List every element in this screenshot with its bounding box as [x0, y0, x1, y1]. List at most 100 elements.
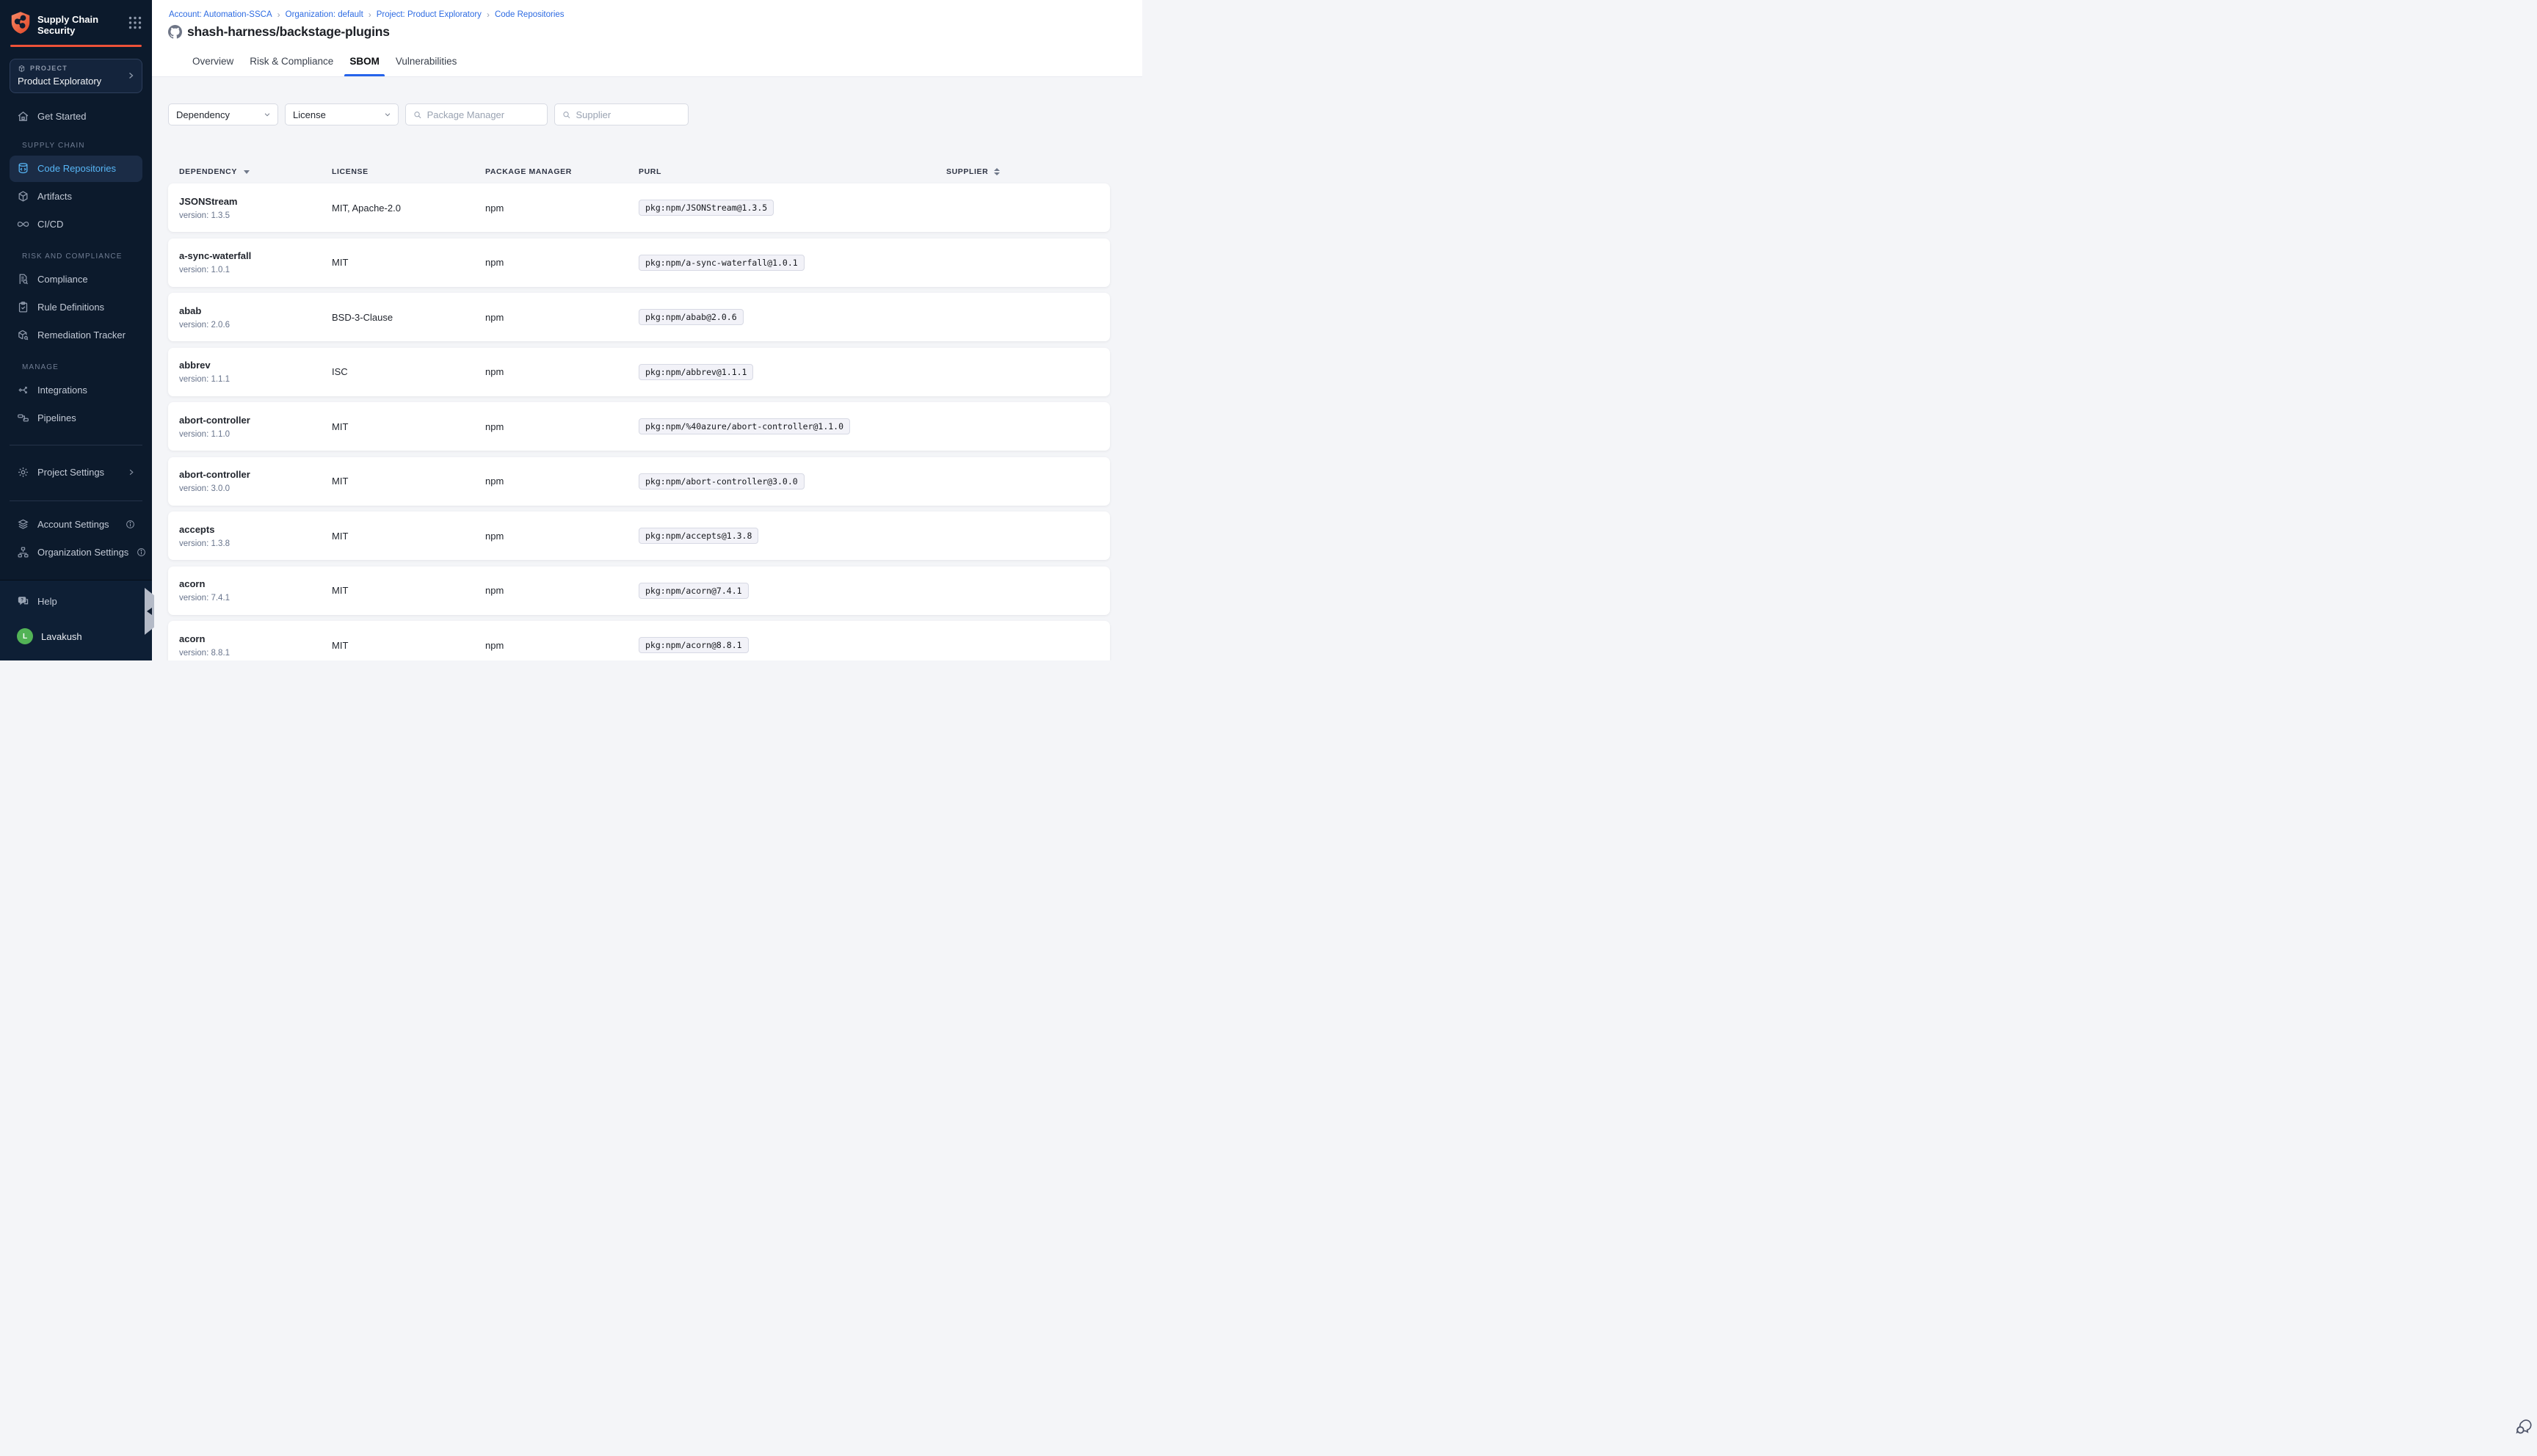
table-row: abort-controller version: 3.0.0 MIT npm … — [168, 457, 1110, 506]
dependency-name: abab — [179, 305, 332, 316]
license-cell: MIT — [332, 531, 485, 542]
breadcrumb-organization-link[interactable]: Organization: default — [286, 10, 363, 19]
purl-cell: pkg:npm/JSONStream@1.3.5 — [639, 200, 946, 216]
package-manager-input[interactable] — [427, 109, 540, 120]
license-cell: MIT — [332, 257, 485, 268]
dependency-name: abbrev — [179, 360, 332, 371]
license-cell: MIT — [332, 476, 485, 487]
breadcrumb-code-repositories-link[interactable]: Code Repositories — [495, 10, 565, 19]
sidebar-item-help[interactable]: ? Help — [10, 588, 142, 614]
dependency-name: accepts — [179, 524, 332, 535]
help-chat-icon: ? — [17, 595, 29, 608]
purl-badge: pkg:npm/abort-controller@3.0.0 — [639, 473, 805, 489]
box-icon — [17, 190, 29, 203]
svg-text:?: ? — [21, 598, 23, 603]
github-icon — [168, 25, 182, 39]
home-icon — [17, 110, 29, 123]
purl-badge: pkg:npm/accepts@1.3.8 — [639, 528, 758, 544]
package-manager-cell: npm — [485, 366, 639, 377]
pipelines-icon — [17, 412, 29, 424]
sidebar-item-cicd[interactable]: CI/CD — [10, 211, 142, 238]
sidebar-item-get-started[interactable]: Get Started — [10, 103, 142, 130]
dependency-version: version: 3.0.0 — [179, 484, 332, 493]
sidebar-item-code-repositories[interactable]: Code Repositories — [10, 156, 142, 182]
dependency-name: acorn — [179, 578, 332, 589]
package-manager-search — [405, 103, 548, 125]
license-filter-dropdown[interactable]: License — [285, 103, 399, 125]
section-risk-and-compliance: RISK AND COMPLIANCE — [22, 252, 142, 261]
table-row: JSONStream version: 1.3.5 MIT, Apache-2.… — [168, 183, 1110, 232]
sidebar-item-label: Integrations — [37, 385, 87, 396]
tab-risk-compliance[interactable]: Risk & Compliance — [250, 56, 333, 76]
project-label: PROJECT — [30, 65, 68, 72]
dependency-filter-dropdown[interactable]: Dependency — [168, 103, 278, 125]
sort-descending-icon — [244, 170, 250, 174]
dependency-cell: abbrev version: 1.1.1 — [179, 360, 332, 384]
info-icon[interactable] — [126, 520, 135, 529]
sidebar-item-label: Help — [37, 596, 57, 607]
package-manager-cell: npm — [485, 476, 639, 487]
tab-sbom[interactable]: SBOM — [349, 56, 380, 76]
breadcrumb: Account: Automation-SSCA › Organization:… — [152, 0, 1142, 20]
chevron-right-icon — [126, 71, 135, 80]
chevron-right-icon — [127, 468, 135, 476]
supplier-input[interactable] — [576, 109, 681, 120]
sidebar-item-rule-definitions[interactable]: Rule Definitions — [10, 294, 142, 321]
column-header-license: LICENSE — [332, 167, 485, 176]
app-grid-icon[interactable] — [128, 16, 142, 29]
table-row: abbrev version: 1.1.1 ISC npm pkg:npm/ab… — [168, 348, 1110, 396]
feedback-chat-icon[interactable] — [2515, 1418, 2533, 1436]
purl-badge: pkg:npm/acorn@8.8.1 — [639, 637, 749, 653]
dependency-name: acorn — [179, 633, 332, 644]
purl-badge: pkg:npm/acorn@7.4.1 — [639, 583, 749, 599]
purl-cell: pkg:npm/%40azure/abort-controller@1.1.0 — [639, 418, 946, 434]
section-supply-chain: SUPPLY CHAIN — [22, 142, 142, 150]
sidebar-item-label: Organization Settings — [37, 547, 128, 558]
sidebar-item-organization-settings[interactable]: Organization Settings — [10, 539, 142, 566]
purl-badge: pkg:npm/a-sync-waterfall@1.0.1 — [639, 255, 805, 271]
project-name: Product Exploratory — [18, 76, 134, 87]
project-selector[interactable]: PROJECT Product Exploratory — [10, 59, 142, 93]
integrations-icon — [17, 384, 29, 396]
sidebar-item-account-settings[interactable]: Account Settings — [10, 512, 142, 538]
package-manager-cell: npm — [485, 640, 639, 651]
user-menu[interactable]: L Lavakush — [10, 623, 142, 649]
dependency-version: version: 2.0.6 — [179, 321, 332, 330]
dependency-name: abort-controller — [179, 415, 332, 426]
infinity-icon — [17, 218, 29, 230]
page-header: Account: Automation-SSCA › Organization:… — [152, 0, 1142, 77]
breadcrumb-account-link[interactable]: Account: Automation-SSCA — [169, 10, 272, 19]
breadcrumb-project-link[interactable]: Project: Product Exploratory — [377, 10, 482, 19]
sidebar-item-compliance[interactable]: Compliance — [10, 266, 142, 293]
column-header-dependency[interactable]: DEPENDENCY — [179, 167, 332, 176]
filter-bar: Dependency License — [168, 103, 1142, 125]
table-row: abab version: 2.0.6 BSD-3-Clause npm pkg… — [168, 293, 1110, 341]
purl-cell: pkg:npm/acorn@8.8.1 — [639, 637, 946, 653]
tab-bar: Overview Risk & Compliance SBOM Vulnerab… — [192, 56, 457, 76]
sidebar-item-integrations[interactable]: Integrations — [10, 377, 142, 404]
package-manager-cell: npm — [485, 312, 639, 323]
purl-cell: pkg:npm/abab@2.0.6 — [639, 309, 946, 325]
tab-vulnerabilities[interactable]: Vulnerabilities — [396, 56, 457, 76]
main-area: Account: Automation-SSCA › Organization:… — [152, 0, 1142, 660]
column-header-supplier[interactable]: SUPPLIER — [946, 167, 1099, 176]
code-repository-icon — [17, 162, 29, 175]
app-title: Supply Chain Security — [37, 14, 98, 37]
dependency-name: abort-controller — [179, 469, 332, 480]
page-title: shash-harness/backstage-plugins — [187, 24, 390, 40]
box-wrench-icon — [17, 329, 29, 341]
dependency-cell: abort-controller version: 3.0.0 — [179, 469, 332, 493]
repo-title-row: shash-harness/backstage-plugins — [168, 24, 1142, 40]
sidebar-item-label: Artifacts — [37, 191, 72, 202]
sidebar-collapse-handle[interactable] — [145, 588, 154, 635]
sidebar-item-pipelines[interactable]: Pipelines — [10, 405, 142, 432]
brand-accent-rule — [10, 45, 142, 47]
sidebar-item-remediation-tracker[interactable]: Remediation Tracker — [10, 322, 142, 349]
sidebar-item-label: Compliance — [37, 274, 88, 285]
breadcrumb-separator: › — [277, 10, 280, 20]
sidebar-item-artifacts[interactable]: Artifacts — [10, 183, 142, 210]
sidebar-item-project-settings[interactable]: Project Settings — [10, 459, 142, 486]
gear-icon — [17, 466, 29, 478]
tab-overview[interactable]: Overview — [192, 56, 233, 76]
info-icon[interactable] — [137, 547, 146, 557]
